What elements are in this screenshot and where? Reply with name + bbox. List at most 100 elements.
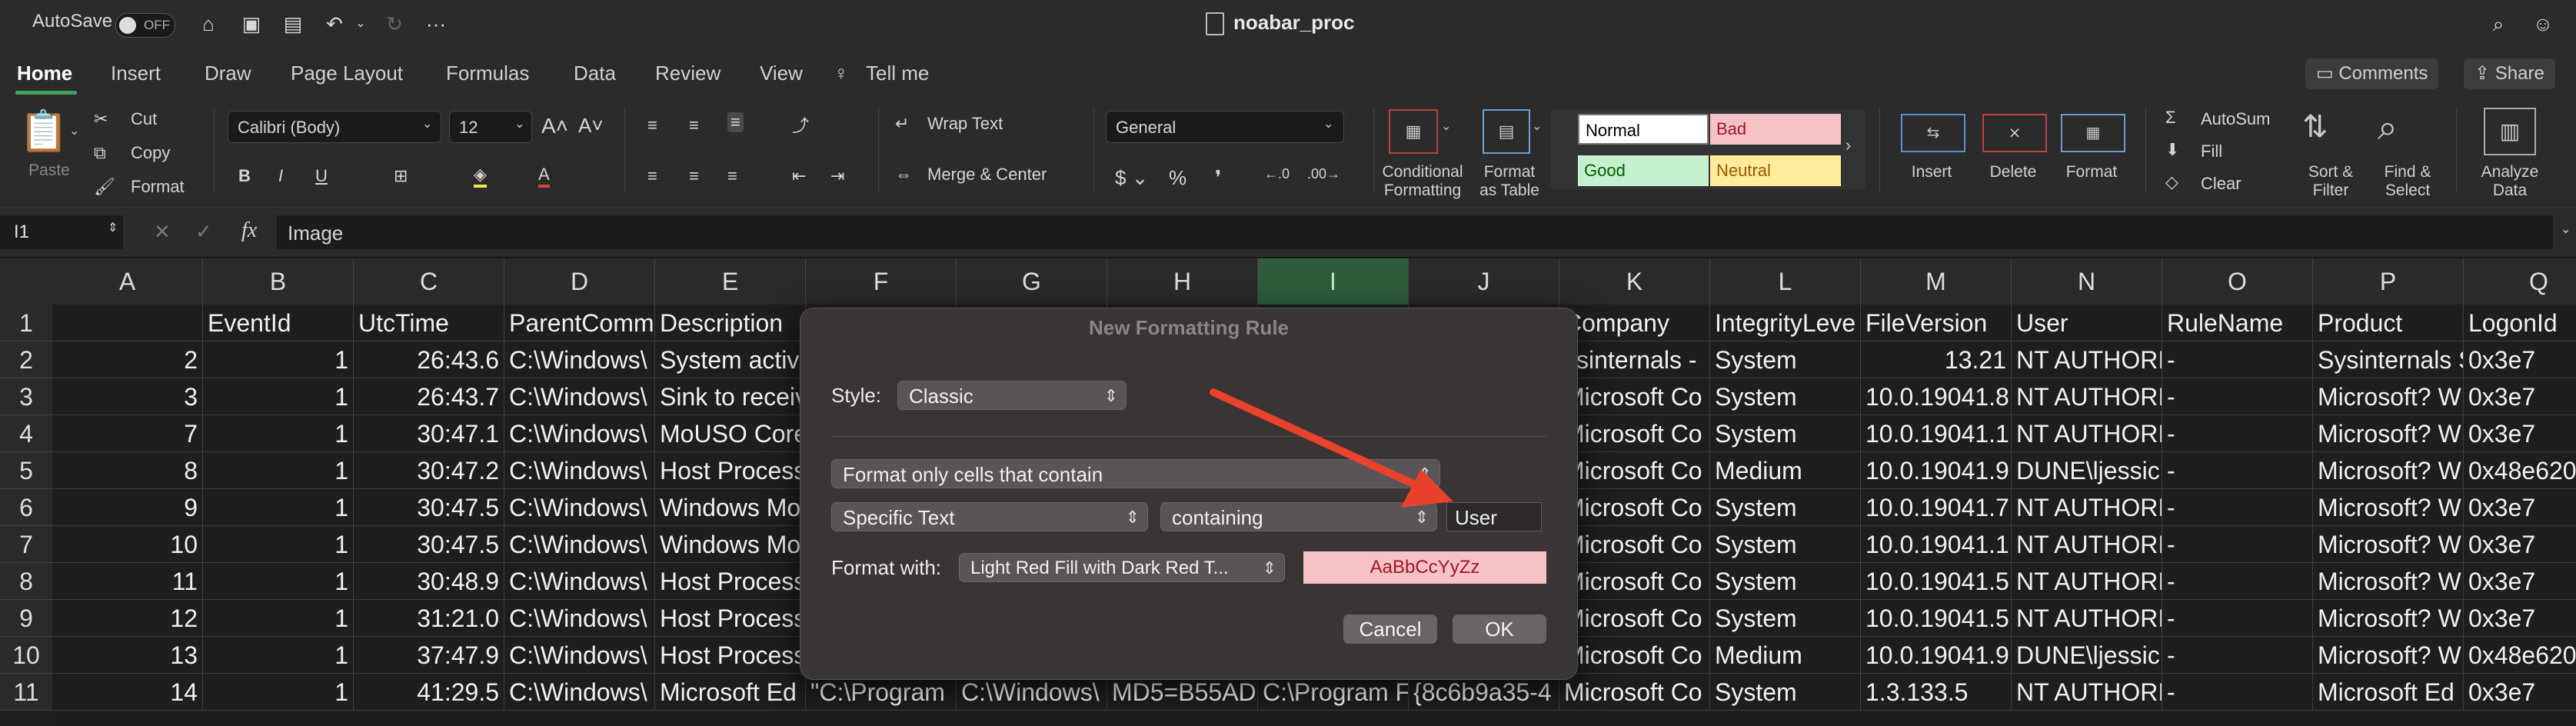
decrease-font-icon[interactable]: A˅ bbox=[578, 114, 604, 138]
column-header-m[interactable]: M bbox=[1861, 258, 2012, 305]
cell[interactable]: - bbox=[2162, 600, 2313, 637]
cell[interactable]: User bbox=[2012, 305, 2162, 341]
row-header-8[interactable]: 8 bbox=[0, 563, 52, 600]
cut-icon[interactable]: ✂ bbox=[94, 109, 108, 129]
autosave-toggle[interactable]: OFF bbox=[115, 13, 175, 38]
cell[interactable]: - bbox=[2162, 341, 2313, 378]
cell[interactable]: NT AUTHORI bbox=[2012, 489, 2162, 526]
cell[interactable]: NT AUTHORI bbox=[2012, 526, 2162, 563]
cell[interactable]: Microsoft Co bbox=[1559, 378, 1710, 415]
cell[interactable]: Microsoft? W bbox=[2313, 489, 2464, 526]
cell[interactable]: 9 bbox=[52, 489, 203, 526]
orientation-icon[interactable]: ⤴ bbox=[792, 112, 809, 137]
cell[interactable]: 10.0.19041.5 bbox=[1861, 563, 2012, 600]
cell[interactable]: - bbox=[2162, 378, 2313, 415]
cell[interactable]: 2 bbox=[52, 341, 203, 378]
clear-button[interactable]: Clear bbox=[2201, 174, 2242, 194]
cell[interactable]: Microsoft Co bbox=[1559, 600, 1710, 637]
cell[interactable]: Company bbox=[1559, 305, 1710, 341]
cell[interactable]: System bbox=[1710, 563, 1861, 600]
column-header-p[interactable]: P bbox=[2313, 258, 2464, 305]
cell[interactable]: C:\Windows\ bbox=[504, 674, 655, 711]
fill-color-icon[interactable]: ◈ bbox=[474, 165, 487, 188]
conditional-formatting-icon[interactable]: ▦ bbox=[1389, 109, 1438, 154]
format-painter-icon[interactable]: 🖌 bbox=[94, 177, 115, 197]
delete-cells-icon[interactable]: ⨯ bbox=[1982, 114, 2047, 152]
cell[interactable]: Sink to receiv bbox=[655, 378, 806, 415]
cell[interactable]: 1 bbox=[203, 415, 354, 452]
cell[interactable]: ParentComm bbox=[504, 305, 655, 341]
cell[interactable]: 31:21.0 bbox=[354, 600, 504, 637]
cell[interactable]: ysinternals - bbox=[1559, 341, 1710, 378]
copy-icon[interactable]: ⧉ bbox=[94, 143, 106, 163]
save-as-icon[interactable]: ▤ bbox=[280, 11, 306, 37]
cell[interactable]: 1 bbox=[203, 526, 354, 563]
decrease-decimal-icon[interactable]: .00→ bbox=[1307, 166, 1340, 182]
paste-icon[interactable]: 📋 bbox=[17, 108, 71, 155]
cell[interactable]: Microsoft Co bbox=[1559, 452, 1710, 489]
cell[interactable]: 10.0.19041.1 bbox=[1861, 526, 2012, 563]
styles-expand-icon[interactable]: › bbox=[1845, 135, 1851, 155]
column-header-a[interactable]: A bbox=[52, 258, 203, 305]
select-all-corner[interactable] bbox=[0, 258, 52, 305]
cell[interactable]: - bbox=[2162, 526, 2313, 563]
cancel-entry-icon[interactable]: ✕ bbox=[154, 220, 171, 244]
cell[interactable]: - bbox=[2162, 415, 2313, 452]
tab-home[interactable]: Home bbox=[17, 62, 72, 85]
row-header-3[interactable]: 3 bbox=[0, 378, 52, 415]
cell[interactable]: Microsoft Ed bbox=[2313, 674, 2464, 711]
cell[interactable]: 30:47.1 bbox=[354, 415, 504, 452]
operator-select[interactable]: containing ⇕ bbox=[1160, 502, 1437, 531]
merge-center-icon[interactable]: ⇔ bbox=[895, 165, 912, 185]
cell[interactable]: 10.0.19041.7 bbox=[1861, 489, 2012, 526]
cell[interactable]: C:\Windows\ bbox=[504, 452, 655, 489]
cell[interactable]: Microsoft? W bbox=[2313, 378, 2464, 415]
column-header-d[interactable]: D bbox=[504, 258, 655, 305]
font-name-select[interactable]: Calibri (Body) ⌄ bbox=[228, 111, 441, 143]
increase-indent-icon[interactable]: ⇥ bbox=[830, 166, 844, 186]
cell[interactable]: 1 bbox=[203, 563, 354, 600]
format-as-table-icon[interactable]: ▤ bbox=[1483, 109, 1530, 154]
find-select-icon[interactable]: ⌕ bbox=[2378, 106, 2398, 149]
cell[interactable]: 1 bbox=[203, 637, 354, 674]
cell[interactable]: 0x3e7 bbox=[2464, 563, 2576, 600]
cell[interactable]: NT AUTHORI bbox=[2012, 600, 2162, 637]
chevron-down-icon[interactable]: ⌄ bbox=[1532, 118, 1542, 134]
cell[interactable]: C:\Windows\ bbox=[504, 489, 655, 526]
cell[interactable]: 1 bbox=[203, 452, 354, 489]
cell[interactable]: Microsoft Ed bbox=[655, 674, 806, 711]
cell[interactable]: 0x48e620 bbox=[2464, 452, 2576, 489]
font-size-select[interactable]: 12 ⌄ bbox=[449, 111, 532, 143]
increase-font-icon[interactable]: A˄ bbox=[541, 114, 568, 138]
fx-icon[interactable]: fx bbox=[241, 218, 257, 243]
cell[interactable]: Microsoft? W bbox=[2313, 415, 2464, 452]
underline-icon[interactable]: U bbox=[315, 166, 328, 186]
wrap-text-icon[interactable]: ↵ bbox=[895, 114, 909, 134]
column-header-q[interactable]: Q bbox=[2464, 258, 2576, 305]
cell[interactable]: 10 bbox=[52, 526, 203, 563]
align-middle-icon[interactable]: ≡ bbox=[689, 115, 699, 135]
borders-icon[interactable]: ⊞ bbox=[394, 166, 408, 186]
cell[interactable]: C:\Windows\ bbox=[504, 415, 655, 452]
cell[interactable]: 3 bbox=[52, 378, 203, 415]
cell[interactable]: 0x3e7 bbox=[2464, 341, 2576, 378]
account-icon[interactable]: ☺ bbox=[2530, 11, 2556, 37]
cell[interactable]: System bbox=[1710, 600, 1861, 637]
column-header-h[interactable]: H bbox=[1107, 258, 1258, 305]
cell[interactable]: IntegrityLeve bbox=[1710, 305, 1861, 341]
column-header-i[interactable]: I bbox=[1258, 258, 1409, 305]
tab-page-layout[interactable]: Page Layout bbox=[291, 62, 403, 85]
row-header-4[interactable]: 4 bbox=[0, 415, 52, 452]
confirm-entry-icon[interactable]: ✓ bbox=[195, 220, 212, 244]
cell[interactable]: Windows Mo bbox=[655, 489, 806, 526]
cell[interactable]: Microsoft Co bbox=[1559, 489, 1710, 526]
cell[interactable]: 41:29.5 bbox=[354, 674, 504, 711]
cell[interactable]: 0x3e7 bbox=[2464, 600, 2576, 637]
column-header-e[interactable]: E bbox=[655, 258, 806, 305]
style-select[interactable]: Classic ⇕ bbox=[897, 381, 1127, 410]
style-neutral[interactable]: Neutral bbox=[1710, 155, 1841, 186]
tab-review[interactable]: Review bbox=[655, 62, 721, 85]
cell[interactable]: System bbox=[1710, 341, 1861, 378]
cell[interactable]: 10.0.19041.8 bbox=[1861, 378, 2012, 415]
cell[interactable]: 30:47.5 bbox=[354, 489, 504, 526]
